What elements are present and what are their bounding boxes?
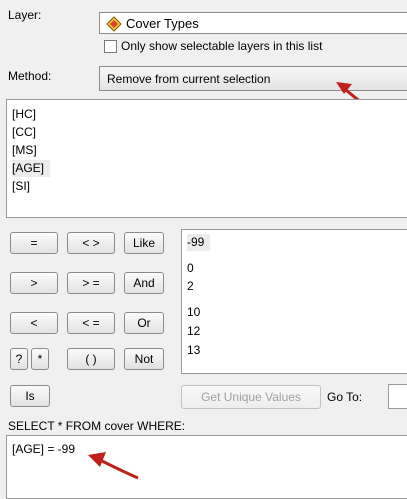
expression-text: [AGE] = -99 bbox=[12, 442, 76, 456]
value-item[interactable]: 0 bbox=[187, 260, 194, 277]
goto-label: Go To: bbox=[327, 390, 363, 404]
layer-dropdown[interactable]: Cover Types bbox=[99, 12, 407, 34]
star-wildcard-button[interactable]: * bbox=[31, 348, 49, 370]
greater-than-button[interactable]: > bbox=[10, 272, 58, 294]
selectable-layers-label: Only show selectable layers in this list bbox=[121, 39, 323, 53]
value-item[interactable]: 10 bbox=[187, 304, 200, 321]
get-unique-values-button[interactable]: Get Unique Values bbox=[181, 385, 321, 409]
field-item[interactable]: [AGE] bbox=[12, 160, 51, 177]
fields-list[interactable]: [HC] [CC] [MS] [AGE] [SI] bbox=[6, 99, 407, 218]
goto-input[interactable] bbox=[388, 384, 407, 409]
unique-values-list[interactable]: -99 0 2 10 12 13 bbox=[181, 229, 407, 374]
expression-annotation-arrow-icon bbox=[82, 447, 142, 483]
is-button[interactable]: Is bbox=[10, 385, 50, 407]
not-equals-button[interactable]: < > bbox=[67, 232, 115, 254]
field-item[interactable]: [MS] bbox=[12, 142, 37, 159]
not-button[interactable]: Not bbox=[124, 348, 164, 370]
like-button[interactable]: Like bbox=[124, 232, 164, 254]
layer-value: Cover Types bbox=[126, 16, 199, 31]
parentheses-button[interactable]: ( ) bbox=[67, 348, 115, 370]
method-label: Method: bbox=[8, 69, 52, 83]
field-item[interactable]: [SI] bbox=[12, 178, 30, 195]
greater-equal-button[interactable]: > = bbox=[67, 272, 115, 294]
expression-textarea[interactable]: [AGE] = -99 bbox=[6, 435, 407, 499]
value-item[interactable]: 2 bbox=[187, 278, 194, 295]
and-button[interactable]: And bbox=[124, 272, 164, 294]
field-item[interactable]: [CC] bbox=[12, 124, 36, 141]
layer-label: Layer: bbox=[8, 8, 42, 22]
method-value: Remove from current selection bbox=[107, 72, 271, 86]
field-item[interactable]: [HC] bbox=[12, 106, 36, 123]
selectable-layers-checkbox[interactable] bbox=[104, 40, 117, 53]
value-item[interactable]: 12 bbox=[187, 323, 200, 340]
query-prefix-label: SELECT * FROM cover WHERE: bbox=[8, 419, 186, 433]
equals-button[interactable]: = bbox=[10, 232, 58, 254]
less-equal-button[interactable]: < = bbox=[67, 312, 115, 334]
value-item[interactable]: 13 bbox=[187, 342, 200, 359]
question-wildcard-button[interactable]: ? bbox=[10, 348, 28, 370]
diamond-layer-icon bbox=[106, 16, 122, 35]
or-button[interactable]: Or bbox=[124, 312, 164, 334]
value-item[interactable]: -99 bbox=[187, 234, 211, 251]
less-than-button[interactable]: < bbox=[10, 312, 58, 334]
